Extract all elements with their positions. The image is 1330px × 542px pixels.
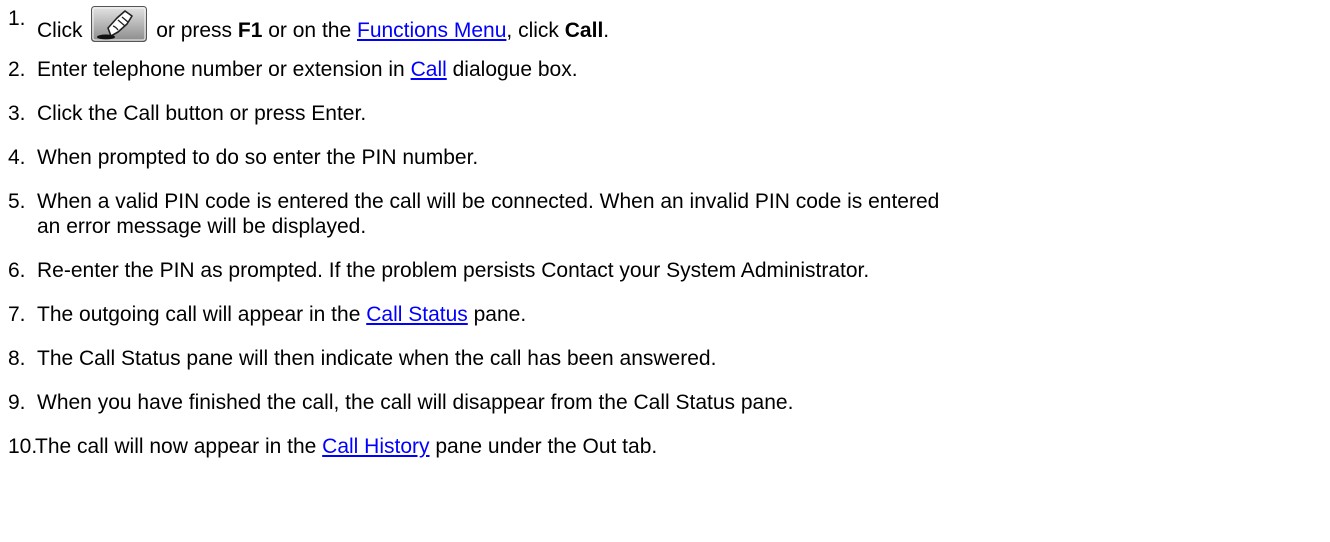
step-text-part: pane under the Out tab. xyxy=(435,435,658,458)
call-button-icon[interactable] xyxy=(91,6,148,42)
step-number: 4. xyxy=(8,146,26,169)
step-text-part: The outgoing call will appear in the xyxy=(37,303,361,326)
step-number: 9. xyxy=(8,391,26,414)
step-number: 3. xyxy=(8,102,26,125)
step-6: 6. Re-enter the PIN as prompted. If the … xyxy=(8,258,1326,283)
step-number: 1. xyxy=(8,7,26,30)
step-number: 8. xyxy=(8,347,26,370)
step-text: When you have finished the call, the cal… xyxy=(37,391,794,414)
step-text: The call will now appear in the Call His… xyxy=(35,434,1326,459)
step-text-part: Enter telephone number or extension in xyxy=(37,58,405,81)
step-text-part: . xyxy=(603,19,610,42)
step-2: 2. Enter telephone number or extension i… xyxy=(8,57,1326,82)
step-number: 6. xyxy=(8,259,26,282)
step-7: 7. The outgoing call will appear in the … xyxy=(8,302,1326,327)
call-command: Call xyxy=(564,19,604,42)
step-10: 10. The call will now appear in the Call… xyxy=(8,434,1326,459)
step-number: 5. xyxy=(8,190,26,213)
step-text-part: or press xyxy=(156,19,233,42)
call-history-link[interactable]: Call History xyxy=(322,435,429,458)
step-text-part: dialogue box. xyxy=(452,58,578,81)
step-text-part: Click xyxy=(37,19,83,42)
step-text: Click or press F1 or on the Functions Me… xyxy=(37,6,1326,43)
step-text-line: When a valid PIN code is entered the cal… xyxy=(37,190,940,213)
step-text: When prompted to do so enter the PIN num… xyxy=(37,146,479,169)
key-f1: F1 xyxy=(237,19,263,42)
call-dialogue-link[interactable]: Call xyxy=(411,58,447,81)
step-8: 8. The Call Status pane will then indica… xyxy=(8,346,1326,371)
step-number: 7. xyxy=(8,303,26,326)
step-1: 1. Click or press F1 or on the Functions… xyxy=(8,6,1326,43)
step-text: The outgoing call will appear in the Cal… xyxy=(37,302,1326,327)
step-text-part: , click xyxy=(506,19,559,42)
step-text-part: pane. xyxy=(473,303,527,326)
step-number: 10. xyxy=(8,435,38,458)
step-text: The Call Status pane will then indicate … xyxy=(37,347,717,370)
step-text-part: or on the xyxy=(268,19,352,42)
step-text: Click the Call button or press Enter. xyxy=(37,102,367,125)
step-4: 4. When prompted to do so enter the PIN … xyxy=(8,145,1326,170)
step-text-line: an error message will be displayed. xyxy=(37,215,367,238)
step-9: 9. When you have finished the call, the … xyxy=(8,390,1326,415)
step-text: Enter telephone number or extension in C… xyxy=(37,57,1326,82)
step-3: 3. Click the Call button or press Enter. xyxy=(8,101,1326,126)
step-text-part: The call will now appear in the xyxy=(35,435,317,458)
step-text: When a valid PIN code is entered the cal… xyxy=(37,189,1326,239)
step-number: 2. xyxy=(8,58,26,81)
step-5: 5. When a valid PIN code is entered the … xyxy=(8,189,1326,239)
call-status-link[interactable]: Call Status xyxy=(366,303,468,326)
step-text: Re-enter the PIN as prompted. If the pro… xyxy=(37,259,870,282)
functions-menu-link[interactable]: Functions Menu xyxy=(357,19,506,42)
